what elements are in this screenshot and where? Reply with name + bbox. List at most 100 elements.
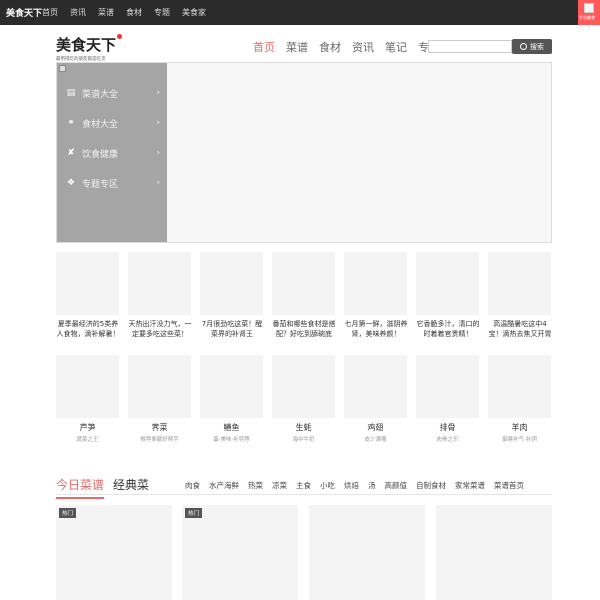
ingredient-name: 排骨: [439, 423, 456, 432]
recipe-category-nav: 肉食 水产海鲜 热菜 凉菜 主食 小吃 烘焙 汤 高颜值 自制食材 家常菜谱 菜…: [185, 480, 533, 491]
section-divider: [56, 494, 552, 495]
recipe-card[interactable]: 热门: [182, 505, 298, 600]
site-logo[interactable]: 美食天下 最用得吃的朋友都是吃货: [56, 34, 123, 62]
feature-image: [344, 252, 407, 315]
feature-tile[interactable]: 天热出汗没力气，一定要多吃这些菜！: [128, 252, 192, 339]
subnav-staples[interactable]: 主食: [296, 480, 311, 491]
chevron-right-icon: ›: [156, 148, 160, 158]
ingredient-subtitle: 御寒补气·补阴: [502, 437, 537, 443]
feature-caption: 高温酷暑吃这中4宝！滴热去焦又开胃: [488, 320, 552, 338]
recipe-card[interactable]: [436, 505, 552, 600]
ingredient-name: 鸡翅: [367, 423, 384, 432]
feature-tile[interactable]: 高温酷暑吃这中4宝！滴热去焦又开胃: [488, 252, 552, 339]
hero-banner[interactable]: ▤ 菜谱大全 › ⚭ 食材大全 › ✘ 饮食健康 › ❖ 专题专区 ›: [56, 62, 552, 243]
subnav-snacks[interactable]: 小吃: [320, 480, 335, 491]
recipe-card[interactable]: 热门: [56, 505, 172, 600]
top-link-ingredients[interactable]: 食材: [126, 7, 142, 18]
brand-name: 美食天下: [56, 36, 117, 54]
ingredient-name: 荠菜: [151, 423, 168, 432]
category-item-recipes[interactable]: ▤ 菜谱大全 ›: [57, 83, 167, 103]
nav-ingredients[interactable]: 食材: [319, 39, 341, 55]
ingredient-image: [416, 355, 479, 418]
ingredient-image: [200, 355, 263, 418]
top-link-recipes[interactable]: 菜谱: [98, 7, 114, 18]
subnav-meat[interactable]: 肉食: [185, 480, 200, 491]
nav-recipes[interactable]: 菜谱: [286, 39, 308, 55]
ingredient-image: [488, 355, 551, 418]
search-icon: [520, 43, 527, 50]
feature-image: [56, 252, 119, 315]
ingredient-tile[interactable]: 羊肉 御寒补气·补阴: [488, 355, 551, 443]
feature-caption: 它香脆多汁，清口的时着着官贵精！: [416, 320, 480, 338]
chevron-right-icon: ›: [156, 178, 160, 188]
recipe-section-tabs: 今日菜谱 经典菜: [56, 476, 158, 499]
ingredient-subtitle: 皮少满嘴: [364, 437, 387, 443]
mobile-app-button[interactable]: 手机美食: [578, 0, 600, 25]
ingredient-name: 鳝鱼: [223, 423, 240, 432]
hot-badge: 热门: [59, 508, 77, 518]
feature-tile[interactable]: 七月第一鲜，滋阴养肾，美味养颜！: [344, 252, 408, 339]
feature-image: [416, 252, 479, 315]
feature-tile[interactable]: 夏季最经济的5类养人食物，滴补解暑！: [56, 252, 120, 339]
category-item-topics[interactable]: ❖ 专题专区 ›: [57, 173, 167, 193]
nav-news[interactable]: 资讯: [352, 39, 374, 55]
ingredient-tile[interactable]: 芦笋 蔬菜之王: [56, 355, 119, 443]
feature-caption: 7月很劲吃这菜！醒菜界的补肾王: [201, 320, 263, 338]
chevron-right-icon: ›: [156, 88, 160, 98]
top-logo[interactable]: 美食天下: [6, 6, 42, 19]
ingredient-image: [56, 355, 119, 418]
feature-tile[interactable]: 番茄和哪些食材是搭配？好吃到舔碗底: [272, 252, 336, 339]
top-link-news[interactable]: 资讯: [70, 7, 86, 18]
top-link-foodies[interactable]: 美食家: [182, 7, 206, 18]
ingredient-tile[interactable]: 排骨 肉骨之乐: [416, 355, 479, 443]
ingredient-tile[interactable]: 生蚝 海中牛奶: [272, 355, 335, 443]
top-link-home[interactable]: 首页: [42, 7, 58, 18]
subnav-soup[interactable]: 汤: [368, 480, 376, 491]
feature-image: [128, 252, 191, 315]
search-button-label: 搜索: [530, 42, 544, 51]
phone-icon: [584, 3, 594, 13]
ingredient-tile[interactable]: 鸡翅 皮少满嘴: [344, 355, 407, 443]
ingredient-tile[interactable]: 鳝鱼 蛋·美味·补钙等: [200, 355, 263, 443]
subnav-home-cooking[interactable]: 家常菜谱: [455, 480, 485, 491]
ingredient-tile[interactable]: 荠菜 推荐奉献好帮手: [128, 355, 191, 443]
category-label: 饮食健康: [82, 149, 119, 160]
category-label: 专题专区: [82, 179, 119, 190]
category-label: 菜谱大全: [82, 89, 119, 100]
main-nav: 首页 菜谱 食材 资讯 笔记 专题: [253, 39, 451, 55]
feature-caption: 七月第一鲜，滋阴养肾，美味养颜！: [344, 320, 408, 338]
tab-classic-dishes[interactable]: 经典菜: [113, 476, 149, 499]
ingredient-subtitle: 蛋·美味·补钙等: [213, 437, 250, 443]
category-item-ingredients[interactable]: ⚭ 食材大全 ›: [57, 113, 167, 133]
feature-tile[interactable]: 7月很劲吃这菜！醒菜界的补肾王: [200, 252, 263, 339]
search-button[interactable]: 搜索: [512, 39, 552, 54]
ingredient-image: [344, 355, 407, 418]
subnav-pretty[interactable]: 高颜值: [385, 480, 408, 491]
top-link-topics[interactable]: 专题: [154, 7, 170, 18]
nav-notes[interactable]: 笔记: [385, 39, 407, 55]
category-label: 食材大全: [82, 119, 119, 130]
feature-image: [272, 252, 335, 315]
feature-caption: 夏季最经济的5类养人食物，滴补解暑！: [56, 320, 120, 338]
pill-icon: ✘: [67, 148, 75, 158]
feature-caption: 天热出汗没力气，一定要多吃这些菜！: [128, 320, 192, 338]
nav-home[interactable]: 首页: [253, 39, 275, 55]
subnav-homemade[interactable]: 自制食材: [416, 480, 446, 491]
subnav-recipes-home[interactable]: 菜谱首页: [494, 480, 524, 491]
subnav-hot-dishes[interactable]: 热菜: [248, 480, 263, 491]
recipe-card[interactable]: [309, 505, 425, 600]
ingredient-subtitle: 肉骨之乐: [436, 437, 459, 443]
subnav-baking[interactable]: 烘焙: [344, 480, 359, 491]
feature-image: [200, 252, 263, 315]
ingredient-name: 羊肉: [511, 423, 528, 432]
ingredient-image: [128, 355, 191, 418]
search-input[interactable]: [428, 40, 512, 53]
subnav-seafood[interactable]: 水产海鲜: [209, 480, 239, 491]
subnav-cold-dishes[interactable]: 凉菜: [272, 480, 287, 491]
tab-today-recipes[interactable]: 今日菜谱: [56, 476, 105, 499]
category-item-health[interactable]: ✘ 饮食健康 ›: [57, 143, 167, 163]
feature-image: [488, 252, 551, 315]
hot-badge: 热门: [185, 508, 203, 518]
feature-tile[interactable]: 它香脆多汁，清口的时着着官贵精！: [416, 252, 480, 339]
top-links: 首页 资讯 菜谱 食材 专题 美食家: [42, 7, 218, 18]
